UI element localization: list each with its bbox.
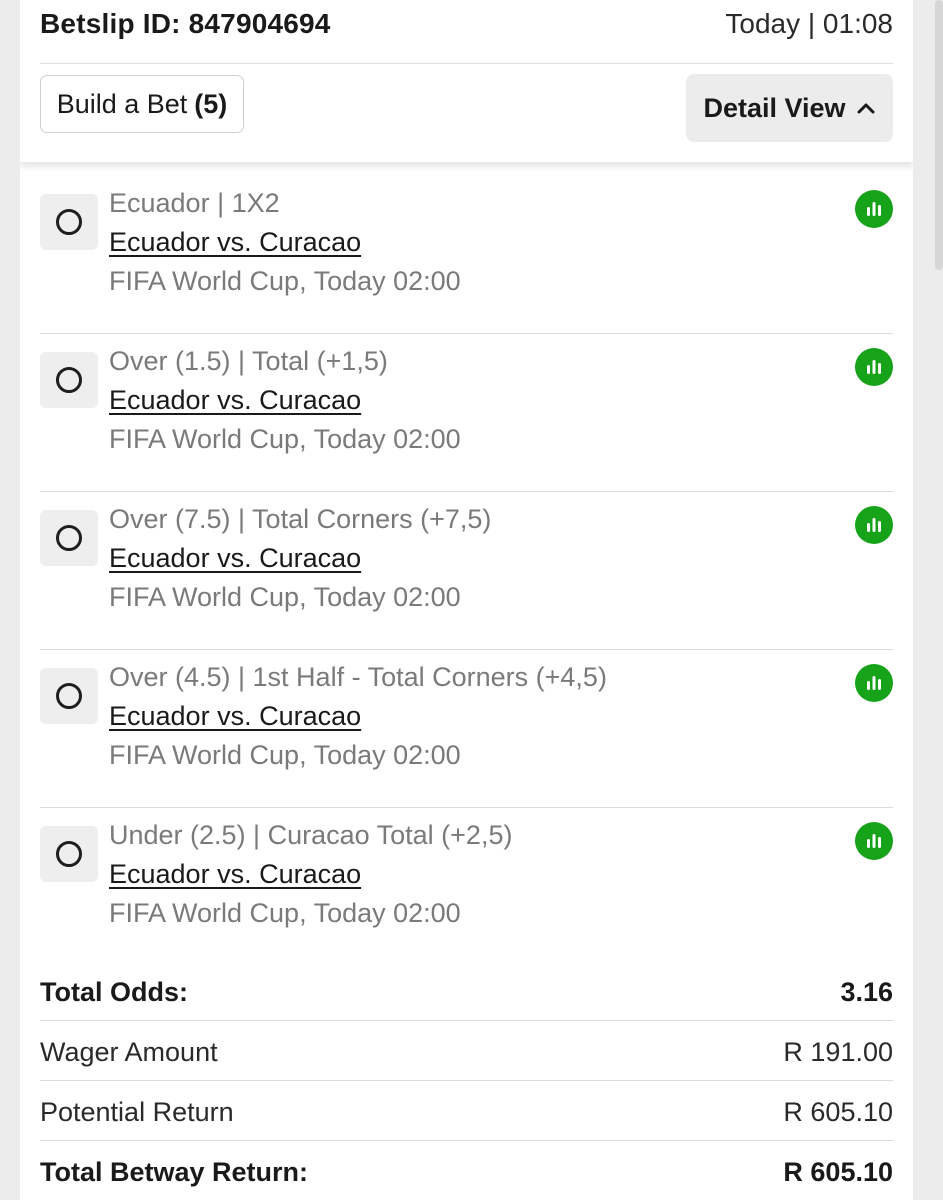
bar-chart-icon [867,518,881,532]
betslip-page: Betslip ID: 847904694 Today | 01:08 Buil… [0,0,943,1200]
total-betway-return-value: R 605.10 [783,1157,893,1187]
detail-view-toggle[interactable]: Detail View [686,74,893,142]
leg-stats-button[interactable] [855,664,893,702]
bet-leg: Ecuador | 1X2 Ecuador vs. Curacao FIFA W… [40,176,893,334]
bet-legs-list: Ecuador | 1X2 Ecuador vs. Curacao FIFA W… [40,176,893,966]
leg-stats-button[interactable] [855,190,893,228]
radio-circle-icon [56,683,82,709]
leg-competition: FIFA World Cup, Today 02:00 [109,424,461,454]
wager-amount-row: Wager Amount R 191.00 [40,1021,893,1081]
bar-chart-icon [867,202,881,216]
header-divider [40,63,893,64]
detail-view-label: Detail View [703,92,846,123]
total-odds-value: 3.16 [840,977,893,1007]
leg-competition: FIFA World Cup, Today 02:00 [109,266,461,296]
leg-match-link[interactable]: Ecuador vs. Curacao [109,385,361,416]
bet-leg: Under (2.5) | Curacao Total (+2,5) Ecuad… [40,808,893,966]
leg-market: Over (1.5) | Total (+1,5) [109,346,388,376]
total-odds-row: Total Odds: 3.16 [40,961,893,1021]
bar-chart-icon [867,676,881,690]
build-a-bet-label: Build a Bet [56,88,188,119]
betslip-time: Today | 01:08 [725,8,893,39]
leg-market: Ecuador | 1X2 [109,188,280,218]
leg-select-radio[interactable] [40,352,98,408]
leg-match-link[interactable]: Ecuador vs. Curacao [109,701,361,732]
total-betway-return-label: Total Betway Return: [40,1157,309,1187]
leg-match-link[interactable]: Ecuador vs. Curacao [109,227,361,258]
scrollbar[interactable] [935,0,943,270]
leg-competition: FIFA World Cup, Today 02:00 [109,740,461,770]
leg-competition: FIFA World Cup, Today 02:00 [109,582,461,612]
potential-return-value: R 605.10 [783,1097,893,1127]
leg-select-radio[interactable] [40,826,98,882]
leg-stats-button[interactable] [855,506,893,544]
betslip-card: Betslip ID: 847904694 Today | 01:08 Buil… [20,0,913,1200]
potential-return-label: Potential Return [40,1097,234,1127]
bet-leg: Over (4.5) | 1st Half - Total Corners (+… [40,650,893,808]
betslip-summary: Total Odds: 3.16 Wager Amount R 191.00 P… [40,961,893,1200]
bet-leg: Over (1.5) | Total (+1,5) Ecuador vs. Cu… [40,334,893,492]
wager-amount-label: Wager Amount [40,1037,218,1067]
leg-market: Under (2.5) | Curacao Total (+2,5) [109,820,513,850]
leg-stats-button[interactable] [855,348,893,386]
leg-match-link[interactable]: Ecuador vs. Curacao [109,859,361,890]
potential-return-row: Potential Return R 605.10 [40,1081,893,1141]
build-a-bet-count: (5) [194,88,228,119]
leg-market: Over (7.5) | Total Corners (+7,5) [109,504,492,534]
radio-circle-icon [56,367,82,393]
radio-circle-icon [56,841,82,867]
wager-amount-value: R 191.00 [783,1037,893,1067]
betslip-header: Betslip ID: 847904694 Today | 01:08 Buil… [20,0,913,162]
leg-select-radio[interactable] [40,194,98,250]
leg-market: Over (4.5) | 1st Half - Total Corners (+… [109,662,607,692]
radio-circle-icon [56,525,82,551]
build-a-bet-button[interactable]: Build a Bet (5) [40,75,244,133]
bar-chart-icon [867,834,881,848]
leg-stats-button[interactable] [855,822,893,860]
leg-select-radio[interactable] [40,668,98,724]
total-odds-label: Total Odds: [40,977,188,1007]
total-betway-return-row: Total Betway Return: R 605.10 [40,1141,893,1200]
radio-circle-icon [56,209,82,235]
betslip-id: Betslip ID: 847904694 [40,8,331,39]
bar-chart-icon [867,360,881,374]
chevron-up-icon [857,103,875,114]
bet-leg: Over (7.5) | Total Corners (+7,5) Ecuado… [40,492,893,650]
leg-select-radio[interactable] [40,510,98,566]
leg-competition: FIFA World Cup, Today 02:00 [109,898,461,928]
leg-match-link[interactable]: Ecuador vs. Curacao [109,543,361,574]
